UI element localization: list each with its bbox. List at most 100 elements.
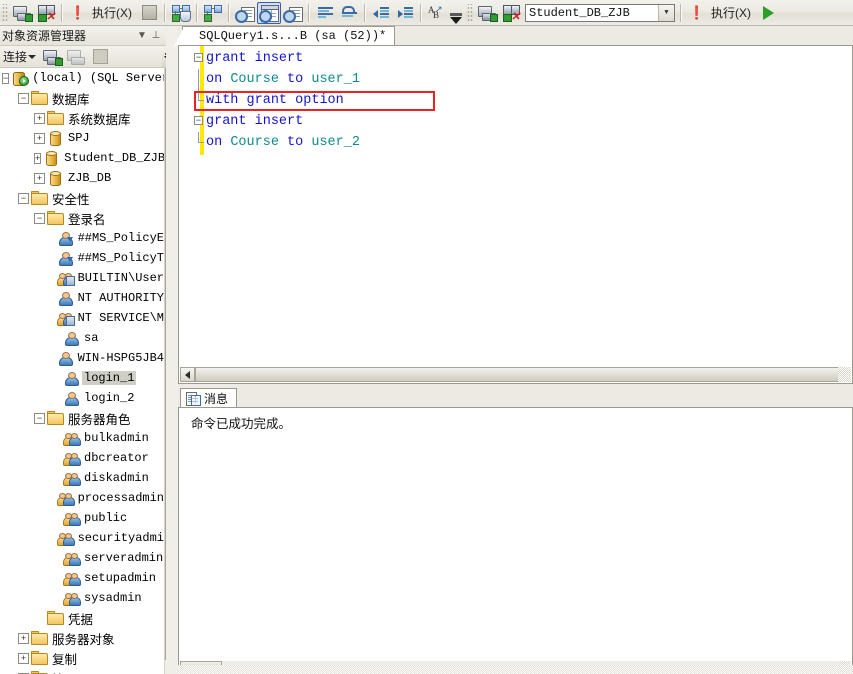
tree-item-ms-policy-tsql[interactable]: ##MS_PolicyT xyxy=(0,248,166,268)
increase-indent-icon[interactable] xyxy=(393,2,417,24)
debug-icon[interactable] xyxy=(201,2,225,24)
panel-splitter[interactable] xyxy=(166,26,178,674)
tree-item-student-db-zjb[interactable]: + Student_DB_ZJB xyxy=(0,148,166,168)
tree-item-management[interactable]: +管理 xyxy=(0,668,166,674)
tree-item-setupadmin[interactable]: setupadmin xyxy=(0,568,166,588)
oe-stop-icon[interactable] xyxy=(88,46,112,68)
execute-play-icon[interactable] xyxy=(756,2,780,24)
object-explorer-tree[interactable]: − (local) (SQL Server − 数据库 + 系统数据库 + SPJ + Stude… xyxy=(0,68,166,674)
editor-hscrollbar[interactable] xyxy=(180,367,840,382)
database-selector[interactable]: Student_DB_ZJB ▼ xyxy=(525,3,675,22)
tree-item-login-2[interactable]: login_2 xyxy=(0,388,166,408)
tree-item-nt-service[interactable]: NT SERVICE\M xyxy=(0,308,166,328)
spell-check-icon[interactable]: A B ↗ xyxy=(425,2,449,24)
code-token: grant xyxy=(206,51,247,66)
tree-item-zjb-db[interactable]: + ZJB_DB xyxy=(0,168,166,188)
execute-button-label[interactable]: 执行(X) xyxy=(90,4,137,21)
editor-hscroll-thumb[interactable] xyxy=(195,367,840,382)
tree-item-spj[interactable]: + SPJ xyxy=(0,128,166,148)
comment-icon[interactable] xyxy=(313,2,337,24)
code-line-2: on Course to user_1 xyxy=(206,69,360,90)
toolbar-grip-2[interactable] xyxy=(466,3,473,22)
chevron-down-icon[interactable] xyxy=(28,54,37,59)
tree-item-system-databases[interactable]: + 系统数据库 xyxy=(0,108,166,128)
tree-item-dbcreator[interactable]: dbcreator xyxy=(0,448,166,468)
toolbar-grip[interactable] xyxy=(1,3,8,22)
disconnect-icon-2[interactable]: ✕ xyxy=(499,2,523,24)
tab-messages[interactable]: 消息 xyxy=(180,388,238,407)
connect-button-label[interactable]: 连接 xyxy=(3,48,27,65)
tree-expander-security[interactable]: − xyxy=(18,192,29,204)
code-token: insert xyxy=(254,114,304,129)
connect-icon-2[interactable] xyxy=(475,2,499,24)
tree-item-server-roles[interactable]: − 服务器角色 xyxy=(0,408,166,428)
chevron-down-icon[interactable]: ▼ xyxy=(135,30,149,41)
object-explorer-toolbar: 连接 xyxy=(0,46,177,68)
parse-icon[interactable] xyxy=(169,2,193,24)
oe-connect-icon[interactable] xyxy=(40,46,64,68)
tree-item-ms-policy-event[interactable]: ##MS_PolicyE xyxy=(0,228,166,248)
tree-item-nt-authority[interactable]: NT AUTHORITY xyxy=(0,288,166,308)
tree-item-serveradmin[interactable]: serveradmin xyxy=(0,548,166,568)
tree-item-win-hspg5jb4[interactable]: WIN-HSPG5JB4 xyxy=(0,348,166,368)
tree-expander-spj[interactable]: + xyxy=(34,132,45,144)
tree-item-databases[interactable]: − 数据库 xyxy=(0,88,166,108)
toolbar-separator xyxy=(364,3,366,22)
tree-expander-student-db-zjb[interactable]: + xyxy=(34,152,42,164)
chevron-down-icon[interactable]: ▼ xyxy=(658,4,674,21)
tree-item-logins[interactable]: − 登录名 xyxy=(0,208,166,228)
results-to-file-icon[interactable] xyxy=(281,2,305,24)
tree-item-diskadmin[interactable]: diskadmin xyxy=(0,468,166,488)
tree-expander-replication[interactable]: + xyxy=(18,652,29,664)
toolbar-separator xyxy=(680,3,682,22)
tree-expander-zjb-db[interactable]: + xyxy=(34,172,45,184)
toolbar-overflow-button[interactable] xyxy=(449,2,463,24)
folder-icon xyxy=(31,651,48,665)
tree-item-login-1[interactable]: login_1 xyxy=(0,368,166,388)
tree-item-public[interactable]: public xyxy=(0,508,166,528)
tree-item-credentials[interactable]: 凭据 xyxy=(0,608,166,628)
tree-item-server-objects[interactable]: + 服务器对象 xyxy=(0,628,166,648)
results-to-text-icon[interactable] xyxy=(233,2,257,24)
tree-item-processadmin[interactable]: processadmin xyxy=(0,488,166,508)
tree-item-securityadmin[interactable]: securityadmi xyxy=(0,528,166,548)
user-icon xyxy=(63,391,79,406)
outlining-toggle-block-2[interactable]: − xyxy=(194,116,203,125)
tree-item-label: setupadmin xyxy=(84,571,157,585)
tree-item-builtin-users[interactable]: BUILTIN\User xyxy=(0,268,166,288)
tree-item-sa[interactable]: sa xyxy=(0,328,166,348)
tree-item-security[interactable]: − 安全性 xyxy=(0,188,166,208)
db-icon xyxy=(47,171,63,186)
stop-button[interactable] xyxy=(137,2,161,24)
user-down-icon xyxy=(57,231,73,246)
execute-warning-icon[interactable]: ❗ xyxy=(66,2,90,24)
tree-expander-server-objects[interactable]: + xyxy=(18,632,29,644)
scroll-left-button[interactable] xyxy=(180,367,195,382)
tree-expander-logins[interactable]: − xyxy=(34,212,45,224)
folder-icon xyxy=(47,611,64,625)
tree-item-label: login_2 xyxy=(84,391,135,405)
tree-item-bulkadmin[interactable]: bulkadmin xyxy=(0,428,166,448)
results-body[interactable]: 命令已成功完成。 xyxy=(178,407,853,674)
tree-expander-databases[interactable]: − xyxy=(18,92,29,104)
execute-warning-icon-2[interactable]: ❗ xyxy=(685,2,709,24)
pin-icon[interactable]: ⊥ xyxy=(149,30,163,41)
uncomment-icon[interactable] xyxy=(337,2,361,24)
disconnect-object-explorer-icon[interactable]: ✕ xyxy=(34,2,58,24)
folder-icon xyxy=(47,411,64,425)
sql-editor[interactable]: grant insert on Course to user_1 with gran… xyxy=(178,45,853,384)
tree-item-sysadmin[interactable]: sysadmin xyxy=(0,588,166,608)
decrease-indent-icon[interactable] xyxy=(369,2,393,24)
execute-button-label-2[interactable]: 执行(X) xyxy=(709,4,756,21)
tree-expander-system-databases[interactable]: + xyxy=(34,112,45,124)
oe-disconnect-icon[interactable] xyxy=(64,46,88,68)
tree-expander-server[interactable]: − xyxy=(2,72,10,84)
tab-sqlquery1[interactable]: SQLQuery1.s...B (sa (52))* xyxy=(172,26,396,46)
tree-expander-server-roles[interactable]: − xyxy=(34,412,45,424)
outlining-toggle-block-1[interactable]: − xyxy=(194,53,203,62)
tree-item-replication[interactable]: + 复制 xyxy=(0,648,166,668)
connect-object-explorer-icon[interactable] xyxy=(10,2,34,24)
results-to-grid-icon[interactable] xyxy=(257,1,281,24)
tree-item-server[interactable]: − (local) (SQL Server xyxy=(0,68,166,88)
